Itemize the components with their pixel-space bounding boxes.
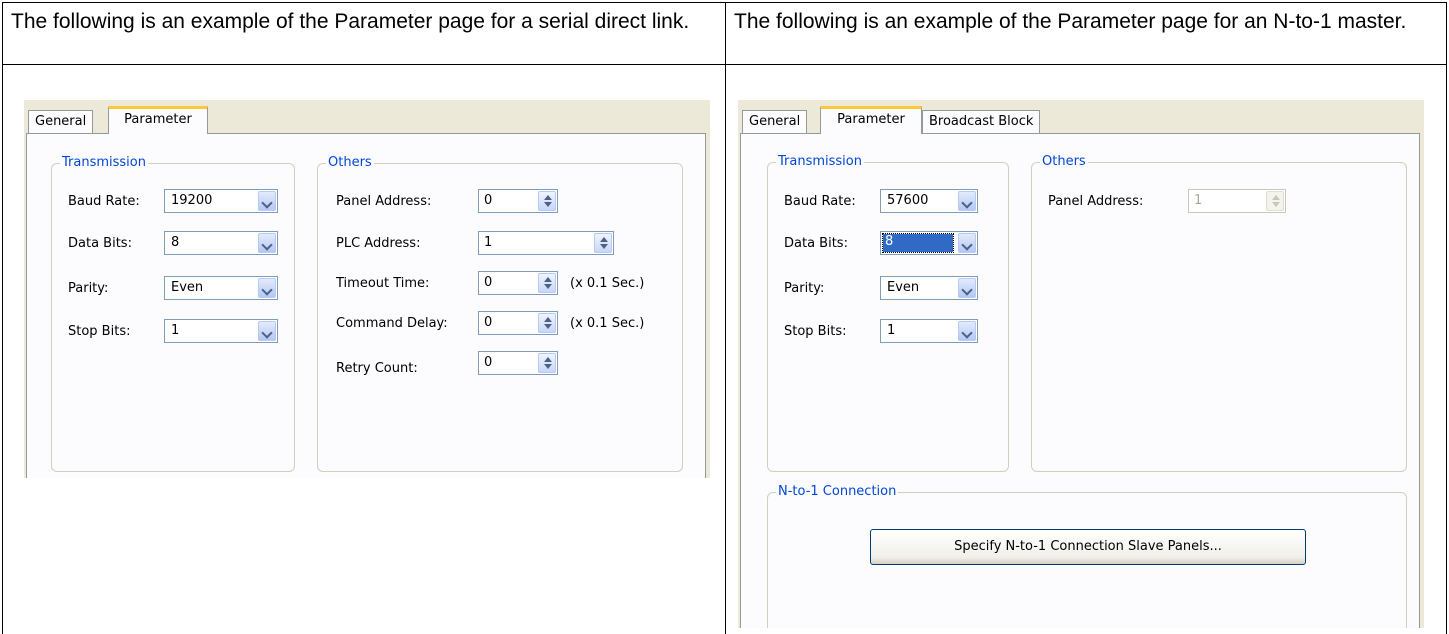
tab-parameter[interactable]: Parameter: [820, 106, 922, 134]
command-delay-label: Command Delay:: [336, 316, 448, 331]
chevron-down-icon[interactable]: [958, 278, 976, 298]
panel-address-label: Panel Address:: [336, 194, 432, 209]
spin-arrows-icon[interactable]: [594, 233, 612, 253]
n-to-1-group: N-to-1 Connection Specify N-to-1 Connect…: [767, 484, 1407, 628]
chevron-down-icon[interactable]: [958, 233, 976, 253]
spin-arrows-icon[interactable]: [538, 313, 556, 333]
spin-arrows-icon[interactable]: [538, 273, 556, 293]
data-bits-label: Data Bits:: [784, 236, 848, 251]
parity-label: Parity:: [784, 281, 825, 296]
panel-address-value: 0: [484, 193, 493, 208]
stop-bits-label: Stop Bits:: [68, 324, 131, 339]
parameter-page: Transmission Baud Rate: 57600 Data Bits:…: [740, 133, 1420, 628]
parity-select[interactable]: Even: [164, 276, 278, 300]
tab-strip: General Parameter Broadcast Block: [738, 100, 1424, 134]
data-bits-value: 8: [171, 235, 180, 250]
parity-value: Even: [887, 280, 920, 295]
stop-bits-select[interactable]: 1: [880, 319, 978, 343]
right-caption: The following is an example of the Param…: [734, 10, 1407, 33]
timeout-time-stepper[interactable]: 0: [478, 271, 558, 295]
parameter-page: Transmission Baud Rate: 19200 Data Bits:…: [26, 133, 706, 478]
data-bits-label: Data Bits:: [68, 236, 132, 251]
baud-rate-value: 57600: [887, 193, 929, 208]
retry-count-stepper[interactable]: 0: [478, 351, 558, 375]
others-group: Others Panel Address: 1: [1031, 154, 1407, 472]
transmission-group: Transmission Baud Rate: 57600 Data Bits:…: [767, 154, 1009, 472]
plc-address-value: 1: [484, 235, 493, 250]
panel-address-value: 1: [1194, 193, 1203, 208]
n-to-1-title: N-to-1 Connection: [776, 484, 899, 500]
baud-rate-value: 19200: [171, 193, 213, 208]
timeout-time-value: 0: [484, 275, 493, 290]
stop-bits-value: 1: [887, 323, 896, 338]
parity-label: Parity:: [68, 281, 109, 296]
stop-bits-select[interactable]: 1: [164, 319, 278, 343]
data-bits-value: 8: [882, 233, 954, 253]
baud-rate-select[interactable]: 57600: [880, 189, 978, 213]
chevron-down-icon[interactable]: [258, 233, 276, 253]
panel-address-label: Panel Address:: [1048, 194, 1144, 209]
panel-address-stepper[interactable]: 0: [478, 189, 558, 213]
tab-general[interactable]: General: [742, 110, 808, 134]
command-delay-unit: (x 0.1 Sec.): [570, 316, 645, 331]
stop-bits-value: 1: [171, 323, 180, 338]
retry-count-label: Retry Count:: [336, 361, 418, 376]
parity-value: Even: [171, 280, 204, 295]
data-bits-select[interactable]: 8: [880, 231, 978, 255]
transmission-group: Transmission Baud Rate: 19200 Data Bits:…: [51, 155, 295, 472]
chevron-down-icon[interactable]: [958, 321, 976, 341]
tab-strip: General Parameter: [24, 100, 710, 134]
others-title: Others: [326, 155, 374, 171]
serial-parameter-dialog: General Parameter Transmission Baud Rate…: [24, 100, 710, 478]
panel-address-stepper[interactable]: 1: [1188, 189, 1286, 213]
command-delay-value: 0: [484, 315, 493, 330]
n-to-1-parameter-dialog: General Parameter Broadcast Block Transm…: [738, 100, 1424, 628]
transmission-title: Transmission: [776, 154, 864, 170]
document-table: The following is an example of the Param…: [0, 0, 1449, 634]
baud-rate-select[interactable]: 19200: [164, 189, 278, 213]
transmission-title: Transmission: [60, 155, 148, 171]
others-group: Others Panel Address: 0 PLC Address: 1 T…: [317, 155, 683, 472]
tab-general[interactable]: General: [28, 110, 94, 134]
chevron-down-icon[interactable]: [258, 321, 276, 341]
retry-count-value: 0: [484, 355, 493, 370]
plc-address-stepper[interactable]: 1: [478, 231, 614, 255]
specify-slave-panels-button[interactable]: Specify N-to-1 Connection Slave Panels..…: [870, 529, 1306, 565]
timeout-time-label: Timeout Time:: [336, 276, 430, 291]
command-delay-stepper[interactable]: 0: [478, 311, 558, 335]
spin-arrows-icon[interactable]: [1266, 191, 1284, 211]
parity-select[interactable]: Even: [880, 276, 978, 300]
plc-address-label: PLC Address:: [336, 236, 421, 251]
timeout-time-unit: (x 0.1 Sec.): [570, 276, 645, 291]
baud-rate-label: Baud Rate:: [68, 194, 140, 209]
chevron-down-icon[interactable]: [258, 191, 276, 211]
left-caption: The following is an example of the Param…: [11, 10, 690, 33]
right-caption-cell: The following is an example of the Param…: [725, 2, 1447, 65]
tab-parameter[interactable]: Parameter: [108, 106, 208, 134]
stop-bits-label: Stop Bits:: [784, 324, 847, 339]
left-caption-cell: The following is an example of the Param…: [2, 2, 726, 65]
chevron-down-icon[interactable]: [258, 278, 276, 298]
tab-broadcast-block[interactable]: Broadcast Block: [922, 110, 1041, 134]
others-title: Others: [1040, 154, 1088, 170]
spin-arrows-icon[interactable]: [538, 353, 556, 373]
data-bits-select[interactable]: 8: [164, 231, 278, 255]
spin-arrows-icon[interactable]: [538, 191, 556, 211]
chevron-down-icon[interactable]: [958, 191, 976, 211]
baud-rate-label: Baud Rate:: [784, 194, 856, 209]
